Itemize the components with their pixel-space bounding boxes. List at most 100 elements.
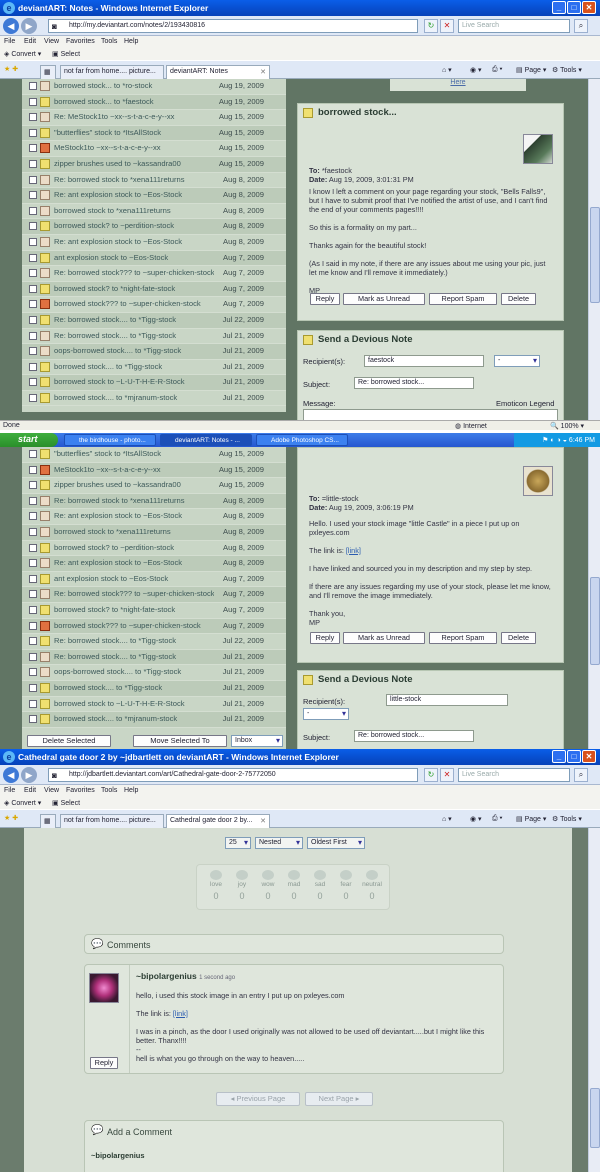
note-row[interactable]: "butterflies" stock to *ItsAllStock Aug 1… <box>22 125 286 142</box>
note-row[interactable]: oops-borrowed stock.... to *Tigg-stock Ju… <box>22 665 286 681</box>
note-subject[interactable]: oops-borrowed stock.... to *Tigg-stock <box>54 667 214 676</box>
note-subject[interactable]: borrowed stock??? to ~super-chicken-stoc… <box>54 621 214 630</box>
convert-button[interactable]: ◈ Convert ▾ <box>4 799 41 807</box>
note-row[interactable]: borrowed stock? to ~perdition-stock Aug 8… <box>22 541 286 557</box>
row-checkbox[interactable] <box>29 527 37 536</box>
inbox-select[interactable]: Inbox <box>231 735 283 747</box>
feeds-icon[interactable]: ◉ ▾ <box>470 815 482 823</box>
comment-reply-button[interactable]: Reply <box>90 1057 118 1069</box>
note-subject[interactable]: borrowed stock? to ~perdition-stock <box>54 543 214 552</box>
note-row[interactable]: borrowed stock.... to *mjranum-stock Jul … <box>22 712 286 728</box>
close-icon[interactable]: ✕ <box>582 1 596 14</box>
stop-icon[interactable]: ✕ <box>440 19 454 33</box>
row-checkbox[interactable] <box>29 284 37 293</box>
scroll-thumb[interactable] <box>590 1088 600 1148</box>
note-row[interactable]: Re: ant explosion stock to ~Eos-Stock Aug… <box>22 235 286 251</box>
note-row[interactable]: Re: borrowed stock??? to ~super-chicken-… <box>22 266 286 282</box>
row-checkbox[interactable] <box>29 300 37 309</box>
row-checkbox[interactable] <box>29 393 37 402</box>
reaction-wow[interactable]: wow 0 <box>256 870 280 901</box>
tools-menu[interactable]: ⚙ Tools ▾ <box>552 815 582 823</box>
start-button[interactable]: start <box>0 433 58 447</box>
tab-cathedral-gate[interactable]: Cathedral gate door 2 by... ✕ <box>166 814 270 828</box>
quick-tabs-icon[interactable]: ▦ <box>40 65 56 79</box>
note-row[interactable]: Re: borrowed stock.... to *Tigg-stock Jul… <box>22 312 286 329</box>
recipient-input[interactable]: faestock <box>364 355 484 367</box>
note-row[interactable]: borrowed stock... to *faestock Aug 19, 20… <box>22 94 286 111</box>
recipient-input[interactable]: little-stock <box>386 694 508 706</box>
row-checkbox[interactable] <box>29 362 37 371</box>
row-checkbox[interactable] <box>29 715 37 724</box>
back-icon[interactable]: ◀ <box>3 18 19 34</box>
page-menu[interactable]: ▤ Page ▾ <box>516 66 546 74</box>
menu-tools[interactable]: Tools <box>101 787 117 794</box>
order-select[interactable]: Oldest First <box>307 837 365 849</box>
reaction-fear[interactable]: fear 0 <box>334 870 358 901</box>
close-tab-icon[interactable]: ✕ <box>260 68 266 76</box>
forward-icon[interactable]: ▶ <box>21 767 37 783</box>
select-button[interactable]: ▣ Select <box>52 799 80 807</box>
scrollbar[interactable] <box>588 447 600 749</box>
note-row[interactable]: oops-borrowed stock.... to *Tigg-stock Ju… <box>22 344 286 360</box>
note-row[interactable]: Re: ant explosion stock to ~Eos-Stock Aug… <box>22 556 286 572</box>
close-tab-icon[interactable]: ✕ <box>260 817 266 825</box>
row-checkbox[interactable] <box>29 347 37 356</box>
home-icon[interactable]: ⌂ ▾ <box>442 815 452 823</box>
note-row[interactable]: ant explosion stock to ~Eos-Stock Aug 7, … <box>22 250 286 267</box>
note-subject[interactable]: borrowed stock.... to *Tigg-stock <box>54 362 214 371</box>
note-row[interactable]: borrowed stock.... to *Tigg-stock Jul 21,… <box>22 360 286 376</box>
subject-input[interactable]: Re: borrowed stock... <box>354 730 474 742</box>
row-checkbox[interactable] <box>29 144 37 153</box>
menu-favorites[interactable]: Favorites <box>66 38 95 45</box>
note-row[interactable]: Re: ant explosion stock to ~Eos-Stock Aug… <box>22 188 286 204</box>
row-checkbox[interactable] <box>29 559 37 568</box>
note-subject[interactable]: Re: ant explosion stock to ~Eos-Stock <box>54 511 214 520</box>
note-subject[interactable]: Re: borrowed stock.... to *Tigg-stock <box>54 331 214 340</box>
feeds-icon[interactable]: ◉ ▾ <box>470 66 482 74</box>
scrollbar[interactable] <box>588 79 600 420</box>
scroll-thumb[interactable] <box>590 577 600 665</box>
avatar[interactable] <box>523 134 553 164</box>
row-checkbox[interactable] <box>29 683 37 692</box>
row-checkbox[interactable] <box>29 637 37 646</box>
note-row[interactable]: Re: borrowed stock.... to *Tigg-stock Jul… <box>22 329 286 345</box>
note-row[interactable]: Re: ant explosion stock to ~Eos-Stock Aug… <box>22 509 286 525</box>
row-checkbox[interactable] <box>29 621 37 630</box>
tab-deviantart-notes[interactable]: deviantART: Notes ✕ <box>166 65 270 79</box>
row-checkbox[interactable] <box>29 465 37 474</box>
note-row[interactable]: zipper brushes used to ~kassandra00 Aug 1… <box>22 478 286 494</box>
note-subject[interactable]: borrowed stock.... to *Tigg-stock <box>54 683 214 692</box>
tools-menu[interactable]: ⚙ Tools ▾ <box>552 66 582 74</box>
note-link[interactable]: [link] <box>346 546 361 555</box>
reply-button[interactable]: Reply <box>310 632 340 644</box>
next-page-button[interactable]: Next Page ▸ <box>305 1092 373 1106</box>
delete-button[interactable]: Delete <box>501 293 536 305</box>
note-subject[interactable]: Re: borrowed stock.... to *Tigg-stock <box>54 652 214 661</box>
home-icon[interactable]: ⌂ ▾ <box>442 66 452 74</box>
menu-file[interactable]: File <box>4 787 15 794</box>
menu-edit[interactable]: Edit <box>24 38 36 45</box>
favorites-star-icon[interactable]: ★ ✚ <box>4 65 18 73</box>
tab-not-far-from-home[interactable]: not far from home.... picture... <box>60 814 164 828</box>
row-checkbox[interactable] <box>29 652 37 661</box>
search-icon[interactable]: ⌕ <box>574 768 588 782</box>
task-deviantart-notes[interactable]: deviantART: Notes - ... <box>160 434 252 446</box>
note-subject[interactable]: ant explosion stock to ~Eos-Stock <box>54 574 214 583</box>
note-row[interactable]: Re: borrowed stock to *xena111returns Aug… <box>22 173 286 189</box>
url-input[interactable]: ◙ http://jdbartlett.deviantart.com/art/Ca… <box>48 768 418 782</box>
menu-view[interactable]: View <box>44 787 59 794</box>
note-subject[interactable]: borrowed stock.... to *mjranum-stock <box>54 393 214 402</box>
note-subject[interactable]: Re: ant explosion stock to ~Eos-Stock <box>54 237 214 246</box>
reaction-love[interactable]: love 0 <box>204 870 228 901</box>
menu-tools[interactable]: Tools <box>101 38 117 45</box>
note-row[interactable]: MeStock1to ~xx--s-t-a-c-e-y--xx Aug 15, 2… <box>22 462 286 479</box>
note-row[interactable]: borrowed stock? to *night-fate-stock Aug … <box>22 281 286 298</box>
note-row[interactable]: borrowed stock.... to *mjranum-stock Jul … <box>22 391 286 407</box>
url-input[interactable]: ◙ http://my.deviantart.com/notes/2/193430… <box>48 19 418 33</box>
nested-select[interactable]: Nested <box>255 837 303 849</box>
note-row[interactable]: borrowed stock to ~L-U-T-H-E-R-Stock Jul … <box>22 375 286 391</box>
favorites-star-icon[interactable]: ★ ✚ <box>4 814 18 822</box>
note-subject[interactable]: "butterflies" stock to *ItsAllStock <box>54 128 214 137</box>
note-row[interactable]: borrowed stock??? to ~super-chicken-stoc… <box>22 297 286 313</box>
note-subject[interactable]: zipper brushes used to ~kassandra00 <box>54 159 214 168</box>
